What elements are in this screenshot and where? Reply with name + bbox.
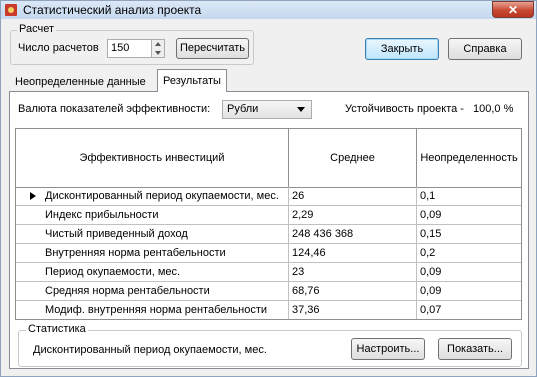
spin-up-icon[interactable]	[155, 42, 161, 46]
app-icon	[5, 4, 17, 16]
row-uncertainty[interactable]: 0,09	[417, 282, 521, 300]
title-bar[interactable]: Статистический анализ проекта ✕	[1, 1, 536, 19]
table-row[interactable]: Модиф. внутренняя норма рентабельности 3…	[16, 301, 521, 320]
table-row[interactable]: Средняя норма рентабельности 68,76 0,09	[16, 282, 521, 301]
table-header: Эффективность инвестиций Среднее Неопред…	[16, 129, 521, 188]
row-name[interactable]: Индекс прибыльности	[16, 206, 289, 224]
row-uncertainty[interactable]: 0,09	[417, 263, 521, 281]
stats-group-label: Статистика	[26, 323, 88, 335]
row-mean[interactable]: 26	[289, 187, 417, 205]
row-mean[interactable]: 68,76	[289, 282, 417, 300]
recalc-button[interactable]: Пересчитать	[176, 38, 249, 59]
row-name[interactable]: Внутренняя норма рентабельности	[16, 244, 289, 262]
row-uncertainty[interactable]: 0,1	[417, 187, 521, 205]
row-name[interactable]: Период окупаемости, мес.	[16, 263, 289, 281]
currency-label: Валюта показателей эффективности:	[18, 103, 211, 115]
row-uncertainty[interactable]: 0,2	[417, 244, 521, 262]
setup-button[interactable]: Настроить...	[351, 338, 425, 360]
row-name[interactable]: Чистый приведенный доход	[16, 225, 289, 243]
row-mean[interactable]: 23	[289, 263, 417, 281]
chevron-down-icon	[297, 107, 305, 112]
close-window-icon[interactable]: ✕	[492, 1, 534, 18]
stats-selected-text: Дисконтированный период окупаемости, мес…	[33, 344, 267, 356]
table-row[interactable]: Чистый приведенный доход 248 436 368 0,1…	[16, 225, 521, 244]
window-title: Статистический анализ проекта	[23, 3, 202, 17]
stability-value: 100,0 %	[473, 103, 514, 115]
table-row[interactable]: Период окупаемости, мес. 23 0,09	[16, 263, 521, 282]
calc-group-label: Расчет	[17, 23, 56, 35]
table-row[interactable]: Внутренняя норма рентабельности 124,46 0…	[16, 244, 521, 263]
row-name[interactable]: Дисконтированный период окупаемости, мес…	[16, 187, 289, 205]
help-button[interactable]: Справка	[448, 38, 522, 60]
spin-down-icon[interactable]	[155, 51, 161, 55]
header-efficiency[interactable]: Эффективность инвестиций	[16, 129, 289, 187]
stability-label: Устойчивость проекта -	[345, 103, 464, 115]
close-button[interactable]: Закрыть	[365, 38, 439, 60]
count-label: Число расчетов	[18, 42, 99, 54]
row-uncertainty[interactable]: 0,07	[417, 301, 521, 319]
row-mean[interactable]: 37,36	[289, 301, 417, 319]
show-button[interactable]: Показать...	[438, 338, 512, 360]
header-mean[interactable]: Среднее	[289, 129, 417, 187]
row-mean[interactable]: 2,29	[289, 206, 417, 224]
tab-results[interactable]: Результаты	[157, 69, 227, 92]
table-row[interactable]: Дисконтированный период окупаемости, мес…	[16, 187, 521, 206]
table-row[interactable]: Индекс прибыльности 2,29 0,09	[16, 206, 521, 225]
row-uncertainty[interactable]: 0,09	[417, 206, 521, 224]
currency-select-value: Рубли	[227, 103, 259, 115]
row-mean[interactable]: 124,46	[289, 244, 417, 262]
row-name[interactable]: Модиф. внутренняя норма рентабельности	[16, 301, 289, 319]
tab-uncertain-data[interactable]: Неопределенные данные	[10, 73, 151, 91]
efficiency-table[interactable]: Эффективность инвестиций Среднее Неопред…	[15, 128, 522, 320]
count-input[interactable]: 150	[107, 39, 152, 58]
tab-results-label: Результаты	[163, 75, 221, 87]
row-uncertainty[interactable]: 0,15	[417, 225, 521, 243]
row-mean[interactable]: 248 436 368	[289, 225, 417, 243]
header-uncertainty[interactable]: Неопределенность	[417, 129, 521, 187]
dialog-window: Статистический анализ проекта ✕ Расчет Ч…	[0, 0, 537, 377]
tab-uncertain-data-label: Неопределенные данные	[15, 76, 146, 88]
currency-select[interactable]: Рубли	[222, 100, 312, 119]
row-name[interactable]: Средняя норма рентабельности	[16, 282, 289, 300]
count-spinner[interactable]	[151, 39, 165, 58]
